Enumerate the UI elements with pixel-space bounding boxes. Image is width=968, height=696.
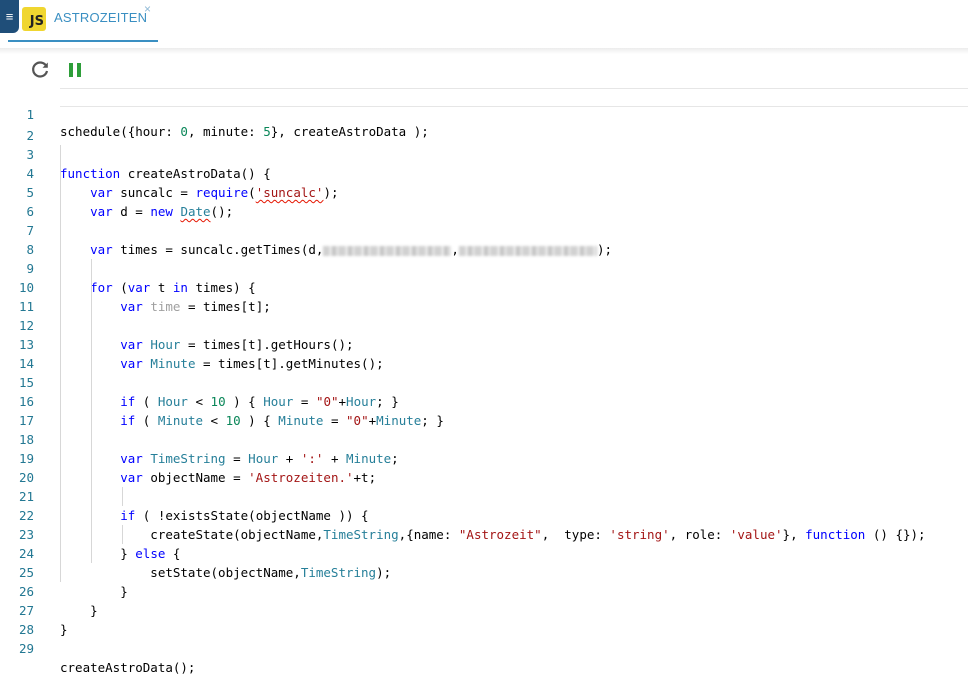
code-line[interactable]: 26 } (0, 563, 968, 618)
code-line[interactable]: 15 if ( Hour < 10 ) { Hour = "0"+Hour; } (0, 354, 968, 409)
code-line[interactable]: 12 var Hour = times[t].getHours(); (0, 297, 968, 352)
code-line[interactable]: 3 function createAstroData() { (0, 126, 968, 181)
code-line[interactable]: 29 createAstroData(); (0, 620, 968, 675)
code-line[interactable]: 2 (0, 107, 968, 143)
code-line[interactable]: 16 if ( Minute < 10 ) { Minute = "0"+Min… (0, 373, 968, 428)
code-line[interactable]: 13 var Minute = times[t].getMinutes(); (0, 316, 968, 371)
code-line[interactable]: 4 var suncalc = require('suncalc'); (0, 145, 968, 200)
javascript-file-icon: JS (22, 7, 46, 31)
active-tab-indicator (8, 40, 158, 42)
code-line[interactable]: 8 (0, 221, 968, 257)
refresh-icon[interactable] (28, 58, 52, 82)
code-line[interactable]: 24 setState(objectName,TimeString); (0, 525, 968, 580)
code-line[interactable]: 23 } else { (0, 506, 968, 561)
code-line[interactable]: 14 (0, 335, 968, 371)
code-line[interactable]: 11 (0, 278, 968, 314)
tab-bar-divider (0, 48, 968, 54)
tab-title: ASTROZEITEN (54, 10, 148, 25)
tab-bar: ≡ JS ASTROZEITEN × (0, 0, 968, 48)
close-icon[interactable]: × (144, 2, 151, 16)
code-editor[interactable]: 1 schedule({hour: 0, minute: 5}, createA… (0, 88, 968, 675)
code-line[interactable]: 10 var time = times[t]; (0, 259, 968, 314)
code-line[interactable]: 25 } (0, 544, 968, 599)
code-line[interactable]: 28 (0, 601, 968, 637)
code-line[interactable]: 22 createState(objectName,TimeString,{na… (0, 487, 968, 542)
pause-icon[interactable] (64, 58, 88, 82)
code-line[interactable]: 17 (0, 392, 968, 428)
editor-toolbar (26, 58, 126, 82)
code-line[interactable]: 27 } (0, 582, 968, 637)
code-line[interactable]: 9 for (var t in times) { (0, 240, 968, 295)
code-line[interactable]: 19 var objectName = 'Astrozeiten.'+t; (0, 430, 968, 485)
line-code: createAstroData(); (60, 660, 196, 675)
tab-astrozeiten[interactable]: JS ASTROZEITEN × (8, 0, 158, 42)
code-line[interactable]: 6 (0, 183, 968, 219)
code-line[interactable]: 7 var times = suncalc.getTimes(d,,); (0, 202, 968, 257)
code-line[interactable]: 18 var TimeString = Hour + ':' + Minute; (0, 411, 968, 466)
code-line[interactable]: 1 schedule({hour: 0, minute: 5}, createA… (26, 88, 968, 139)
code-line[interactable]: 5 var d = new Date(); (0, 164, 968, 219)
code-line[interactable]: 20 (0, 449, 968, 485)
code-line[interactable]: 21 if ( !existsState(objectName )) { (0, 468, 968, 523)
